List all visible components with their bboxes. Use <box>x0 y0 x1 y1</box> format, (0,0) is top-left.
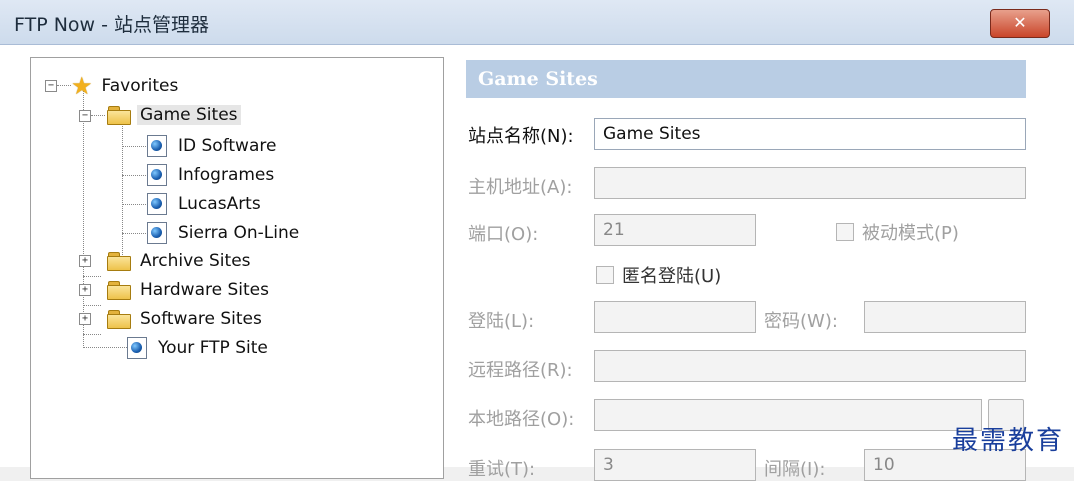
port-label: 端口(O): <box>468 224 539 245</box>
tree-node-site[interactable]: Infogrames <box>147 162 277 188</box>
anonymous-login-checkbox[interactable]: 匿名登陆(U) <box>596 262 721 288</box>
globe-icon <box>147 222 167 244</box>
host-label: 主机地址(A): <box>468 177 573 198</box>
tree-node-your-ftp-site[interactable]: Your FTP Site <box>127 335 271 361</box>
watermark-text: 最需教育 <box>952 426 1065 456</box>
folder-icon <box>107 310 131 329</box>
tree-node-site[interactable]: ID Software <box>147 133 279 159</box>
globe-icon <box>127 337 147 359</box>
title-bar: FTP Now - 站点管理器 ✕ <box>0 0 1074 45</box>
tree-node-favorites[interactable]: ★ Favorites <box>71 72 181 100</box>
remote-path-input[interactable] <box>594 350 1026 382</box>
expand-icon[interactable]: + <box>79 284 91 296</box>
site-name-label: 站点名称(N): <box>468 126 574 147</box>
checkbox-box <box>836 223 854 241</box>
checkbox-box <box>596 266 614 284</box>
folder-icon <box>107 281 131 300</box>
site-tree[interactable]: − ★ Favorites − Game Sites ID Software I… <box>30 57 444 479</box>
folder-icon <box>107 106 131 125</box>
port-input[interactable]: 21 <box>594 214 756 246</box>
globe-icon <box>147 193 167 215</box>
tree-node-hardware-sites[interactable]: Hardware Sites <box>107 277 272 303</box>
password-input[interactable] <box>864 301 1026 333</box>
expand-icon[interactable]: + <box>79 255 91 267</box>
tree-node-game-sites[interactable]: Game Sites <box>107 102 241 128</box>
globe-icon <box>147 135 167 157</box>
remote-path-label: 远程路径(R): <box>468 360 573 381</box>
window-body: − ★ Favorites − Game Sites ID Software I… <box>0 45 1074 481</box>
window-title: FTP Now - 站点管理器 <box>14 14 210 36</box>
retry-input[interactable]: 3 <box>594 449 756 481</box>
passive-mode-checkbox[interactable]: 被动模式(P) <box>836 219 959 245</box>
tree-node-site[interactable]: Sierra On-Line <box>147 220 302 246</box>
globe-icon <box>147 164 167 186</box>
section-header: Game Sites <box>466 60 1026 98</box>
star-icon: ★ <box>71 72 93 100</box>
anonymous-login-label: 匿名登陆(U) <box>622 266 722 287</box>
site-name-input[interactable]: Game Sites <box>594 118 1026 150</box>
close-button[interactable]: ✕ <box>990 9 1050 38</box>
collapse-icon[interactable]: − <box>79 110 91 122</box>
password-label: 密码(W): <box>764 311 838 332</box>
login-input[interactable] <box>594 301 756 333</box>
tree-node-software-sites[interactable]: Software Sites <box>107 306 265 332</box>
local-path-input[interactable] <box>594 399 982 431</box>
retry-label: 重试(T): <box>468 459 536 480</box>
interval-label: 间隔(I): <box>764 459 826 480</box>
tree-node-archive-sites[interactable]: Archive Sites <box>107 248 254 274</box>
host-input[interactable] <box>594 167 1026 199</box>
passive-mode-label: 被动模式(P) <box>862 223 959 244</box>
collapse-icon[interactable]: − <box>45 80 57 92</box>
local-path-label: 本地路径(O): <box>468 409 575 430</box>
folder-icon <box>107 252 131 271</box>
tree-node-site[interactable]: LucasArts <box>147 191 264 217</box>
expand-icon[interactable]: + <box>79 313 91 325</box>
login-label: 登陆(L): <box>468 311 535 332</box>
